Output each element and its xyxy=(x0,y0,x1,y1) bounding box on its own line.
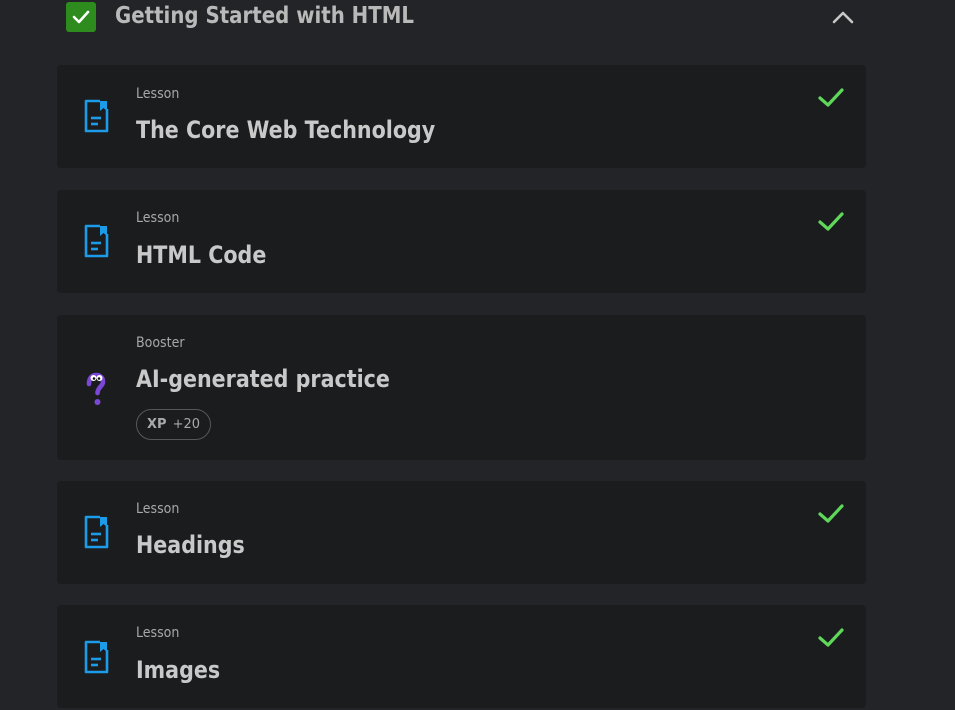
lesson-card[interactable]: Lesson HTML Code xyxy=(57,190,866,293)
item-type: Lesson xyxy=(136,210,180,226)
lesson-doc-icon xyxy=(84,640,109,674)
item-type: Lesson xyxy=(136,625,180,641)
chevron-up-icon xyxy=(832,11,854,24)
item-type: Booster xyxy=(136,335,185,351)
lesson-card[interactable]: Lesson Images xyxy=(57,605,866,708)
item-title: The Core Web Technology xyxy=(136,116,436,144)
booster-card[interactable]: Booster AI-generated practice XP +20 xyxy=(57,315,866,460)
xp-badge: XP +20 xyxy=(136,409,211,440)
section-complete-checkbox xyxy=(66,2,96,32)
section-title: Getting Started with HTML xyxy=(115,3,415,29)
item-type: Lesson xyxy=(136,86,180,102)
lesson-card[interactable]: Lesson The Core Web Technology xyxy=(57,65,866,168)
item-title: Images xyxy=(136,656,221,684)
done-check-icon xyxy=(818,504,844,523)
lesson-doc-icon xyxy=(84,99,109,133)
xp-label: XP xyxy=(147,417,167,432)
item-type: Lesson xyxy=(136,501,180,517)
item-title: AI-generated practice xyxy=(136,365,390,393)
check-icon xyxy=(72,10,90,24)
collapse-button[interactable] xyxy=(829,6,857,28)
lesson-doc-icon xyxy=(84,224,109,258)
lesson-card[interactable]: Lesson Headings xyxy=(57,481,866,584)
done-check-icon xyxy=(818,212,844,231)
xp-value: +20 xyxy=(172,417,200,432)
lesson-doc-icon xyxy=(84,515,109,549)
done-check-icon xyxy=(818,88,844,107)
done-check-icon xyxy=(818,628,844,647)
question-mascot-icon xyxy=(86,372,106,405)
section-header[interactable]: Getting Started with HTML xyxy=(57,0,866,40)
item-title: HTML Code xyxy=(136,241,267,269)
item-title: Headings xyxy=(136,531,245,559)
